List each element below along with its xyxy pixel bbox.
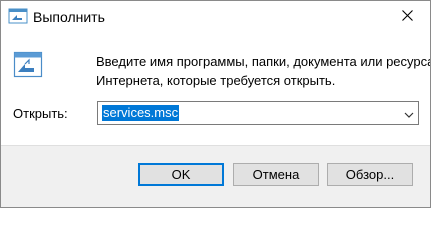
open-input[interactable]: services.msc: [102, 105, 180, 121]
window-title: Выполнить: [33, 9, 105, 25]
ok-button[interactable]: OK: [138, 163, 224, 186]
run-dialog-icon: [8, 8, 28, 24]
run-dialog-icon: [13, 51, 43, 79]
run-dialog: Выполнить Введите имя программы, папки, …: [0, 0, 431, 208]
close-icon: [402, 9, 413, 24]
description-line-2: Интернета, которые требуется открыть.: [96, 73, 336, 88]
open-combobox[interactable]: services.msc: [97, 101, 419, 125]
description-line-1: Введите имя программы, папки, документа …: [96, 54, 431, 69]
open-label: Открыть:: [13, 106, 68, 121]
browse-button[interactable]: Обзор...: [327, 163, 413, 186]
dialog-description: Введите имя программы, папки, документа …: [96, 52, 431, 90]
chevron-down-icon: [404, 106, 414, 121]
button-bar: OK Отмена Обзор...: [1, 145, 430, 207]
close-button[interactable]: [385, 1, 430, 32]
cancel-button[interactable]: Отмена: [233, 163, 319, 186]
title-bar[interactable]: Выполнить: [1, 1, 430, 33]
dropdown-button[interactable]: [400, 102, 418, 124]
